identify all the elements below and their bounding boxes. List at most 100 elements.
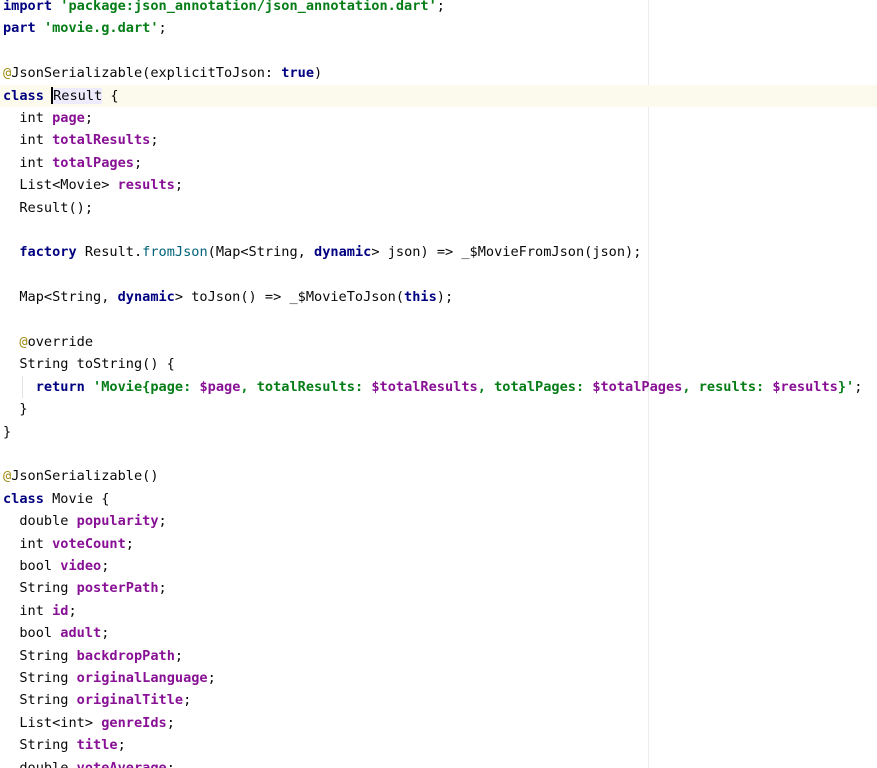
- code-token: fromJson: [142, 244, 208, 261]
- code-line[interactable]: [0, 443, 877, 465]
- code-editor[interactable]: import 'package:json_annotation/json_ann…: [0, 0, 877, 768]
- code-line[interactable]: List<Movie> results;: [0, 174, 877, 196]
- code-token: backdropPath: [76, 647, 175, 664]
- code-line[interactable]: }: [0, 398, 877, 420]
- code-token: ;: [174, 177, 184, 194]
- code-token: originalLanguage: [76, 670, 208, 686]
- code-line[interactable]: int page;: [0, 107, 877, 129]
- code-token: totalPages: [52, 154, 134, 171]
- code-token: , totalPages:: [477, 378, 593, 395]
- code-token: bool: [3, 558, 61, 574]
- code-line[interactable]: return 'Movie{page: $page, totalResults:…: [0, 375, 877, 399]
- code-token: posterPath: [76, 580, 159, 597]
- code-line[interactable]: String originalLanguage;: [0, 667, 877, 689]
- code-token: 'Movie{page:: [93, 378, 200, 395]
- code-line[interactable]: [0, 40, 877, 62]
- code-line[interactable]: [0, 309, 877, 331]
- code-token: }: [3, 423, 12, 440]
- code-line[interactable]: class Result {: [0, 84, 877, 107]
- code-token: ): [314, 65, 323, 82]
- code-line[interactable]: [0, 264, 877, 286]
- code-token: this: [404, 289, 437, 306]
- code-token: @: [3, 65, 12, 82]
- code-line[interactable]: String originalTitle;: [0, 689, 877, 711]
- code-line[interactable]: List<int> genreIds;: [0, 712, 877, 734]
- code-token: Result: [53, 87, 103, 104]
- code-token: genreIds: [101, 714, 167, 731]
- code-token: String: [3, 580, 77, 597]
- code-token: 'movie.g.dart': [43, 20, 159, 37]
- code-token: $page: [199, 378, 241, 395]
- code-token: int: [3, 154, 53, 171]
- code-token: Result();: [3, 199, 94, 216]
- code-token: factory: [19, 244, 77, 261]
- code-token: ;: [158, 580, 167, 597]
- code-line[interactable]: int totalPages;: [0, 152, 877, 174]
- code-token: import: [3, 0, 53, 14]
- code-line[interactable]: int id;: [0, 600, 877, 622]
- code-line[interactable]: Result();: [0, 197, 877, 219]
- code-token: ;: [183, 692, 192, 709]
- code-token: ;: [174, 647, 184, 664]
- code-token: ;: [158, 513, 167, 530]
- code-line[interactable]: }: [0, 421, 877, 443]
- code-line[interactable]: int voteCount;: [0, 533, 877, 555]
- code-token: ;: [166, 714, 175, 731]
- code-token: }': [837, 378, 855, 395]
- code-line[interactable]: @JsonSerializable(): [0, 465, 877, 487]
- code-token: {: [102, 87, 119, 104]
- code-token: int: [3, 602, 53, 619]
- code-token: class: [3, 490, 44, 507]
- code-line[interactable]: double voteAverage;: [0, 757, 877, 768]
- indent-guide: [22, 375, 23, 399]
- code-token: part: [3, 20, 36, 37]
- code-line[interactable]: [0, 219, 877, 241]
- code-token: List<Movie>: [3, 177, 118, 194]
- code-line[interactable]: Map<String, dynamic> toJson() => _$Movie…: [0, 286, 877, 308]
- code-line[interactable]: @override: [0, 331, 877, 353]
- code-token: $totalPages: [592, 378, 683, 395]
- code-token: ;: [101, 625, 110, 642]
- code-token: @: [3, 468, 12, 485]
- code-token: @: [19, 334, 28, 350]
- code-line[interactable]: String title;: [0, 734, 877, 756]
- code-token: ;: [68, 602, 77, 619]
- code-token: ;: [84, 110, 94, 126]
- code-token: String toString() {: [3, 356, 175, 373]
- code-token: adult: [60, 625, 102, 642]
- code-line[interactable]: int totalResults;: [0, 129, 877, 151]
- code-line[interactable]: String backdropPath;: [0, 645, 877, 667]
- code-token: bool: [3, 625, 61, 642]
- code-line[interactable]: bool adult;: [0, 622, 877, 644]
- code-token: , results:: [682, 378, 773, 395]
- code-token: String: [3, 692, 77, 709]
- code-line[interactable]: class Movie {: [0, 488, 877, 510]
- code-token: ;: [150, 132, 159, 149]
- code-token: > toJson() => _$MovieToJson(: [174, 289, 405, 306]
- code-line[interactable]: bool video;: [0, 555, 877, 577]
- code-token: > json) => _$MovieFromJson(json);: [371, 244, 642, 261]
- code-token: ;: [125, 535, 134, 552]
- code-line[interactable]: import 'package:json_annotation/json_ann…: [0, 0, 877, 17]
- code-token: ;: [158, 20, 167, 37]
- code-token: class: [3, 87, 44, 104]
- code-line[interactable]: String toString() {: [0, 353, 877, 375]
- code-token: voteCount: [52, 535, 126, 552]
- code-token: (Map<String,: [207, 244, 315, 261]
- code-token: video: [60, 558, 102, 574]
- code-line[interactable]: double popularity;: [0, 510, 877, 532]
- code-token: String: [3, 647, 77, 664]
- code-token: results: [117, 177, 175, 194]
- code-token: ;: [101, 558, 110, 574]
- code-token: voteAverage: [76, 759, 167, 768]
- code-token: ;: [207, 670, 216, 686]
- code-token: override: [27, 334, 94, 350]
- code-line[interactable]: String posterPath;: [0, 577, 877, 599]
- code-line[interactable]: factory Result.fromJson(Map<String, dyna…: [0, 241, 877, 263]
- code-line[interactable]: part 'movie.g.dart';: [0, 17, 877, 39]
- code-line[interactable]: @JsonSerializable(explicitToJson: true): [0, 62, 877, 84]
